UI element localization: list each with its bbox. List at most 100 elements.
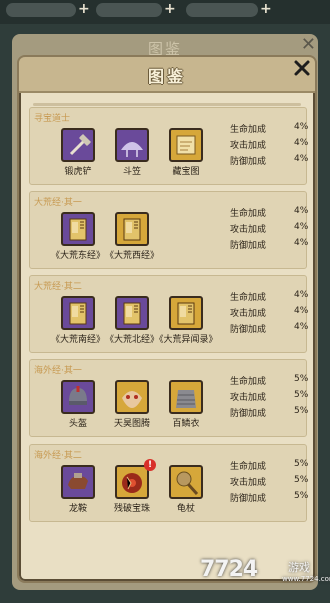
alert-badge: !	[144, 459, 156, 471]
scroll-book-icon	[61, 212, 95, 246]
scroll-book-icon	[115, 212, 149, 246]
item-name: 百鳞衣	[172, 419, 200, 429]
set-bonus-stats: 生命加成 4% 攻击加成 4% 防御加成 4%	[230, 206, 309, 260]
set-title: 寻宝道士	[34, 114, 71, 124]
stat-label: 生命加成	[230, 462, 267, 472]
stat-value: 5%	[294, 406, 309, 416]
stat-label: 攻击加成	[230, 309, 267, 319]
set-bonus-stats: 生命加成 4% 攻击加成 4% 防御加成 4%	[230, 122, 309, 176]
stat-label: 防御加成	[230, 157, 267, 167]
collection-set: 海外经·其二 龙鞍! 残破宝珠 龟杖 生命加成 5% 攻击加成 5% 防御加成 5%	[29, 444, 309, 522]
stat-row: 生命加成 4%	[230, 206, 308, 221]
scroll-book-icon	[169, 296, 203, 330]
codex-panel: 图鉴 寻宝道士 锻虎铲 斗笠 藏宝图 生命加成 4% 攻击加成 4% 防御加成 4% 大荒经·其一《…	[17, 55, 317, 583]
stat-row: 生命加成 4%	[230, 122, 309, 137]
divider	[33, 103, 301, 106]
stat-row: 生命加成 4%	[230, 290, 309, 305]
collection-item[interactable]: 《大荒西经》	[104, 208, 160, 266]
stat-row: 防御加成 4%	[230, 154, 309, 169]
set-bonus-stats: 生命加成 5% 攻击加成 5% 防御加成 5%	[230, 459, 309, 513]
stat-row: 攻击加成 5%	[230, 390, 309, 405]
stat-value: 5%	[294, 459, 309, 469]
collection-item[interactable]: 百鳞衣	[158, 376, 214, 434]
stat-value: 4%	[294, 306, 309, 316]
set-title: 大荒经·其二	[34, 282, 82, 292]
panel-header: 图鉴	[19, 57, 315, 93]
collection-item[interactable]: 龟杖	[158, 461, 214, 519]
stat-row: 防御加成 5%	[230, 491, 309, 506]
stat-row: 攻击加成 5%	[230, 475, 309, 490]
stat-row: 防御加成 5%	[230, 406, 309, 421]
watermark-logo: 7724 游戏 www.7724.com	[200, 555, 330, 595]
set-items: 龙鞍! 残破宝珠 龟杖	[32, 459, 203, 519]
stat-row: 防御加成 4%	[230, 322, 309, 337]
resource-slot	[96, 3, 162, 17]
collection-set: 大荒经·其二 《大荒南经》 《大荒北经》 《大荒异闻录》 生命加成 4% 攻击加成 4% 防御加…	[29, 275, 309, 353]
set-bonus-stats: 生命加成 5% 攻击加成 5% 防御加成 5%	[230, 374, 309, 428]
set-title: 大荒经·其一	[34, 198, 82, 208]
stat-value: 5%	[294, 475, 309, 485]
dragon-saddle-icon	[61, 465, 95, 499]
panel-title: 图鉴	[147, 67, 186, 86]
resource-slot	[186, 3, 258, 17]
background-close-icon: ✕	[300, 34, 316, 55]
stat-value: 4%	[294, 154, 309, 164]
watermark-url: www.7724.com	[282, 575, 330, 583]
add-resource-button[interactable]: +	[260, 0, 272, 18]
stat-label: 生命加成	[230, 293, 267, 303]
stat-value: 5%	[294, 390, 309, 400]
top-resource-bar: + + +	[0, 0, 330, 24]
set-items: 头盔 天昊图腾 百鳞衣	[32, 376, 203, 434]
collection-set: 寻宝道士 锻虎铲 斗笠 藏宝图 生命加成 4% 攻击加成 4% 防御加成 4%	[29, 107, 309, 185]
scroll-book-icon	[115, 296, 149, 330]
item-name: 龟杖	[176, 504, 195, 514]
stat-row: 攻击加成 4%	[230, 138, 309, 153]
stat-value: 4%	[294, 222, 309, 232]
stat-label: 生命加成	[230, 377, 267, 387]
collection-item[interactable]: 《大荒异闻录》	[154, 292, 218, 350]
stat-label: 攻击加成	[230, 141, 267, 151]
set-items: 锻虎铲 斗笠 藏宝图	[32, 124, 203, 182]
collection-set: 大荒经·其一 《大荒东经》 《大荒西经》 生命加成 4% 攻击加成 4% 防御加成 4%	[29, 191, 309, 269]
collection-set: 海外经·其一 头盔 天昊图腾 百鳞衣 生命加成 5% 攻击加成 5% 防御加成 5%	[29, 359, 309, 437]
item-name: 《大荒西经》	[104, 251, 159, 261]
close-button[interactable]	[291, 57, 313, 79]
stat-value: 4%	[294, 322, 309, 332]
treasure-map-icon	[169, 128, 203, 162]
stat-row: 生命加成 5%	[230, 374, 309, 389]
stat-value: 4%	[294, 290, 309, 300]
stat-label: 防御加成	[230, 494, 267, 504]
stat-row: 攻击加成 4%	[230, 306, 309, 321]
stat-row: 防御加成 4%	[230, 238, 309, 253]
totem-icon	[115, 380, 149, 414]
add-resource-button[interactable]: +	[164, 0, 176, 18]
bamboo-hat-icon	[115, 128, 149, 162]
add-resource-button[interactable]: +	[78, 0, 90, 18]
watermark-number: 7724	[200, 557, 258, 582]
stat-label: 防御加成	[230, 409, 267, 419]
stat-label: 防御加成	[230, 325, 267, 335]
set-items: 《大荒东经》 《大荒西经》	[32, 208, 202, 266]
stat-value: 5%	[294, 374, 309, 384]
stat-label: 防御加成	[230, 241, 267, 251]
collection-item[interactable]: 藏宝图	[158, 124, 214, 182]
stat-value: 4%	[294, 238, 309, 248]
stat-row: 生命加成 5%	[230, 459, 309, 474]
scale-armor-icon	[169, 380, 203, 414]
stat-value: 4%	[294, 122, 309, 132]
stat-row: 攻击加成 4%	[230, 222, 309, 237]
item-name: 藏宝图	[172, 167, 200, 177]
stat-label: 攻击加成	[230, 225, 267, 235]
stat-label: 生命加成	[230, 125, 267, 135]
set-title: 海外经·其二	[34, 451, 82, 461]
resource-slot	[6, 3, 76, 17]
stat-value: 4%	[294, 138, 309, 148]
set-bonus-stats: 生命加成 4% 攻击加成 4% 防御加成 4%	[230, 290, 309, 344]
stat-label: 攻击加成	[230, 393, 267, 403]
broken-orb-icon	[115, 465, 149, 499]
set-items: 《大荒南经》 《大荒北经》 《大荒异闻录》	[32, 292, 218, 350]
helmet-icon	[61, 380, 95, 414]
shovel-icon	[61, 128, 95, 162]
close-icon	[294, 60, 310, 76]
stat-value: 5%	[294, 491, 309, 501]
